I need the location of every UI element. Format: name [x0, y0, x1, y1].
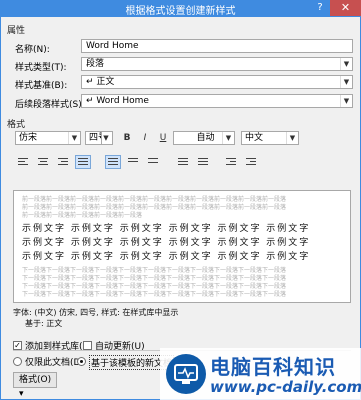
name-label: 名称(N): — [15, 45, 50, 55]
language-select[interactable]: 中文 ▼ — [241, 131, 299, 145]
paragraph-spacing-icon — [178, 158, 188, 165]
add-to-gallery-label: 添加到样式库(S) — [25, 342, 92, 352]
add-to-gallery-checkbox[interactable]: ✓ — [13, 341, 22, 350]
align-right-button[interactable] — [55, 155, 71, 169]
align-right-icon — [58, 158, 68, 165]
watermark-url: www.pc-daily.com — [210, 378, 361, 396]
dialog-title: 根据格式设置创建新样式 — [125, 6, 236, 17]
next-style-select[interactable]: ↵ Word Home ▼ — [81, 94, 353, 108]
only-this-document-radio[interactable] — [13, 357, 22, 366]
next-style-value: ↵ Word Home — [86, 96, 149, 106]
next-style-label: 后续段落样式(S): — [15, 100, 85, 110]
template-documents-radio[interactable] — [77, 357, 86, 366]
close-button[interactable]: ✕ — [330, 0, 361, 16]
bold-button[interactable]: B — [119, 131, 135, 145]
font-select[interactable]: 仿宋 ▼ — [15, 131, 81, 145]
decrease-indent-icon — [226, 158, 236, 165]
space-after-button[interactable] — [195, 155, 211, 169]
name-field[interactable]: Word Home — [81, 39, 353, 53]
paragraph-spacing-icon — [198, 158, 208, 165]
only-this-document-label: 仅限此文档(D) — [25, 358, 84, 368]
style-preview: 前一段落前一段落前一段落前一段落前一段落前一段落前一段落前一段落前一段落前一段落… — [13, 190, 351, 303]
auto-update-checkbox[interactable] — [83, 341, 92, 350]
increase-indent-button[interactable] — [243, 155, 259, 169]
line-spacing-icon — [108, 158, 118, 165]
space-before-button[interactable] — [175, 155, 191, 169]
monitor-logo-icon — [166, 354, 206, 394]
italic-button[interactable]: I — [137, 131, 153, 145]
line-spacing-icon — [148, 158, 158, 163]
style-based-label: 样式基准(B): — [15, 81, 68, 91]
decrease-indent-button[interactable] — [223, 155, 239, 169]
auto-update-label: 自动更新(U) — [95, 342, 145, 352]
style-based-value: ↵ 正文 — [86, 77, 115, 87]
help-button[interactable]: ? — [310, 0, 330, 16]
style-type-label: 样式类型(T): — [15, 63, 67, 73]
one-half-spacing-button[interactable] — [125, 155, 141, 169]
increase-indent-icon — [246, 158, 256, 165]
chevron-down-icon: ▼ — [340, 58, 352, 70]
preview-sample-text: 示例文字 示例文字 示例文字 示例文字 示例文字 示例文字 — [22, 252, 311, 262]
align-center-icon — [38, 158, 48, 165]
watermark-title: 电脑百科知识 — [210, 355, 336, 379]
style-type-value: 段落 — [86, 59, 105, 69]
dialog-body: 属性 名称(N): Word Home 样式类型(T): 段落 ▼ 样式基准(B… — [0, 17, 361, 400]
style-type-select[interactable]: 段落 ▼ — [81, 57, 353, 71]
justify-button[interactable] — [75, 155, 91, 169]
chevron-down-icon: ▼ — [68, 132, 80, 144]
font-value: 仿宋 — [19, 133, 38, 143]
line-spacing-icon — [128, 158, 138, 162]
description-line: 基于: 正文 — [25, 319, 63, 328]
preview-sample-text: 示例文字 示例文字 示例文字 示例文字 示例文字 示例文字 — [22, 224, 311, 234]
preview-next-paragraph: 下一段落下一段落下一段落下一段落下一段落下一段落下一段落下一段落下一段落下一段落… — [22, 291, 287, 298]
chevron-down-icon: ▼ — [340, 76, 352, 88]
align-left-button[interactable] — [15, 155, 31, 169]
preview-sample-text: 示例文字 示例文字 示例文字 示例文字 示例文字 示例文字 — [22, 238, 311, 248]
properties-group-label: 属性 — [7, 26, 26, 36]
align-left-icon — [18, 158, 28, 165]
format-button[interactable]: 格式(O) ▾ — [13, 372, 57, 399]
single-spacing-button[interactable] — [105, 155, 121, 169]
justify-icon — [78, 158, 88, 165]
language-value: 中文 — [245, 133, 264, 143]
description-line: 字体: (中文) 仿宋, 四号, 样式: 在样式库中显示 — [13, 308, 179, 317]
chevron-down-icon: ▼ — [286, 132, 298, 144]
site-watermark: 电脑百科知识 www.pc-daily.com — [160, 348, 361, 400]
preview-prev-paragraph: 前一段落前一段落前一段落前一段落前一段落前一段落前一段落前一段落前一段落前一段落… — [22, 212, 142, 219]
underline-button[interactable]: U — [155, 131, 171, 145]
font-color-select[interactable]: 自动 ▼ — [173, 131, 235, 145]
chevron-down-icon: ▼ — [222, 132, 234, 144]
chevron-down-icon: ▼ — [340, 95, 352, 107]
align-center-button[interactable] — [35, 155, 51, 169]
double-spacing-button[interactable] — [145, 155, 161, 169]
title-bar: 根据格式设置创建新样式 ? ✕ — [0, 0, 361, 17]
format-group-label: 格式 — [7, 120, 26, 130]
font-color-value: 自动 — [196, 133, 215, 143]
font-size-dropdown[interactable]: ▼ — [101, 131, 113, 145]
chevron-down-icon: ▼ — [103, 134, 109, 142]
style-based-select[interactable]: ↵ 正文 ▼ — [81, 75, 353, 89]
